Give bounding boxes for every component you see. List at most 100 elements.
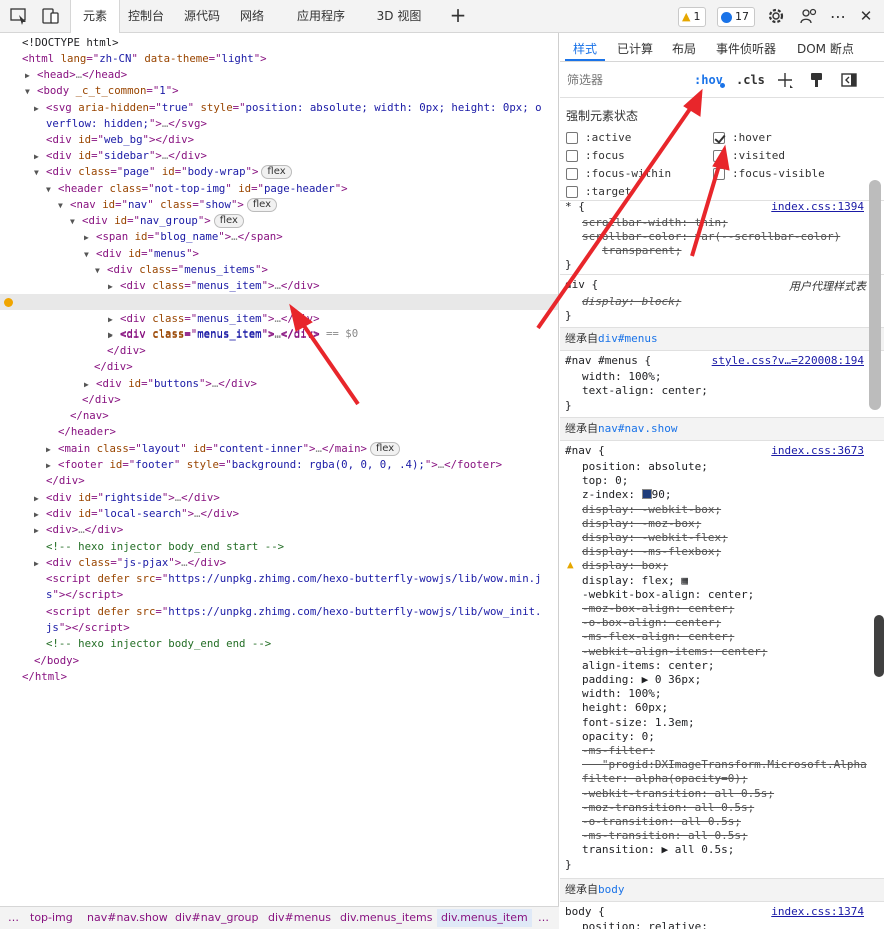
breadcrumb-item[interactable]: div.menus_items (340, 911, 432, 924)
dom-node[interactable]: ▼ <div id="nav_group"> flex (70, 213, 244, 229)
dom-node[interactable]: <script defer src="https://unpkg.zhimg.c… (46, 604, 542, 620)
checkbox-checked[interactable] (713, 131, 725, 144)
css-declaration[interactable]: transition: ▶ all 0.5s; (582, 843, 734, 857)
tab-dom-breakpoints[interactable]: DOM 断点 (797, 40, 854, 57)
dom-node[interactable]: ▼ <body _c_t_common="1"> (25, 83, 179, 99)
css-declaration[interactable]: transparent; (602, 244, 681, 258)
dom-node[interactable]: ▶ <svg aria-hidden="true" style="position… (34, 100, 542, 116)
toggle-sidebar-icon[interactable] (840, 71, 858, 89)
dom-node[interactable]: </div> (82, 392, 121, 408)
css-declaration[interactable]: -moz-box-align: center; (582, 602, 734, 616)
more-options-button[interactable]: ⋯ (826, 0, 850, 33)
rule-selector[interactable]: #nav #menus { (565, 354, 651, 368)
rule-selector[interactable]: div { (565, 278, 598, 292)
dom-node[interactable]: </nav> (70, 408, 109, 424)
tab-computed[interactable]: 已计算 (617, 40, 653, 57)
css-declaration[interactable]: font-size: 1.3em; (582, 716, 695, 730)
gear-icon[interactable] (766, 6, 786, 26)
css-declaration[interactable]: position: relative; (582, 920, 708, 929)
device-emulation-icon[interactable] (41, 6, 61, 26)
checkbox[interactable] (713, 167, 725, 180)
rule-selector[interactable]: #nav { (565, 444, 605, 458)
inherited-target-link[interactable]: nav#nav.show (598, 422, 677, 435)
pseudo-focus-within-toggle[interactable]: :focus-within (566, 167, 671, 180)
add-tab-button[interactable]: + (445, 0, 471, 33)
rule-selector[interactable]: * { (565, 200, 585, 214)
css-declaration[interactable]: height: 60px; (582, 701, 668, 715)
dom-node[interactable]: ▶ <div class="menus_item">…</div> (108, 278, 320, 294)
dom-node[interactable]: ▶ <div id="rightside">…</div> (34, 490, 220, 506)
dom-node[interactable]: ▶ <span id="blog_name">…</span> (84, 229, 283, 245)
warning-icon[interactable]: ▲ (567, 558, 574, 572)
rule-source-link[interactable]: index.css:1394 (771, 200, 864, 213)
dom-node[interactable]: ▼ <div class="page" id="body-wrap"> flex (34, 164, 292, 180)
new-style-rule-icon[interactable] (776, 71, 794, 89)
selected-dom-node[interactable]: ▶ <div class="menus_item">…</div> == $0 (0, 294, 558, 340)
dom-node[interactable]: </div> (46, 473, 85, 489)
breadcrumb-item[interactable]: top-img (30, 911, 73, 924)
dom-node[interactable]: ▶ <div class="menus_item">…</div> (108, 311, 320, 327)
breadcrumb-more-right[interactable]: … (538, 911, 549, 924)
dom-node[interactable]: </body> (34, 653, 79, 669)
messages-badge[interactable]: 17 (717, 7, 755, 27)
breadcrumb-item[interactable]: div#menus (268, 911, 331, 924)
css-declaration[interactable]: display: -webkit-box; (582, 503, 721, 517)
rule-selector[interactable]: body { (565, 905, 605, 919)
close-devtools-button[interactable]: ✕ (854, 0, 878, 33)
css-declaration[interactable]: display: -webkit-flex; (582, 531, 728, 545)
dom-node[interactable]: ▶ <div id="local-search">…</div> (34, 506, 239, 522)
dom-node[interactable]: ▶ <div id="sidebar">…</div> (34, 148, 207, 164)
tab-3d-view[interactable]: 3D 视图 (370, 0, 428, 33)
inherited-target-link[interactable]: body (598, 883, 625, 896)
checkbox[interactable] (566, 167, 578, 180)
warnings-badge[interactable]: ▲ 1 (678, 7, 707, 27)
pseudo-hover-toggle[interactable]: :hover (713, 131, 772, 144)
css-declaration[interactable]: -ms-transition: all 0.5s; (582, 829, 748, 843)
css-declaration[interactable]: filter: alpha(opacity=0); (582, 772, 748, 786)
css-declaration[interactable]: display: box; (582, 559, 668, 573)
tab-sources[interactable]: 源代码 (176, 0, 228, 33)
pseudo-focus-toggle[interactable]: :focus (566, 149, 625, 162)
css-declaration[interactable]: -webkit-transition: all 0.5s; (582, 787, 774, 801)
css-declaration[interactable]: display: flex; ▦ (582, 574, 688, 588)
breadcrumb-more[interactable]: … (8, 911, 19, 924)
css-declaration[interactable]: -ms-filter: (582, 744, 655, 758)
css-declaration[interactable]: -webkit-box-align: center; (582, 588, 754, 602)
dom-node[interactable]: ▶ <main class="layout" id="content-inner"… (46, 441, 401, 457)
css-declaration[interactable]: position: absolute; (582, 460, 708, 474)
dom-node[interactable]: </div> (94, 359, 133, 375)
breadcrumb-item[interactable]: div#nav_group (175, 911, 258, 924)
checkbox[interactable] (566, 131, 578, 144)
breadcrumb-item-current[interactable]: div.menus_item (437, 909, 532, 927)
checkbox[interactable] (566, 149, 578, 162)
dom-node[interactable]: ▶ <div id="buttons">…</div> (84, 376, 257, 392)
tab-elements[interactable]: 元素 (70, 0, 120, 34)
dom-node[interactable]: js"></script> (46, 620, 130, 636)
rule-source-link[interactable]: index.css:3673 (771, 444, 864, 457)
dom-node[interactable]: ▶ <head>…</head> (25, 67, 127, 83)
css-declaration[interactable]: -moz-transition: all 0.5s; (582, 801, 754, 815)
styles-scrollbar[interactable] (869, 180, 881, 410)
dom-node[interactable]: ▼ <nav id="nav" class="show"> flex (58, 197, 278, 213)
css-declaration[interactable]: -o-box-align: center; (582, 616, 721, 630)
dom-node[interactable]: verflow: hidden;">…</svg> (46, 116, 207, 132)
cls-toggle-button[interactable]: .cls (736, 73, 765, 87)
rule-source-link[interactable]: style.css?v…=220008:194 (712, 354, 864, 367)
css-declaration[interactable]: width: 100%; (582, 370, 661, 384)
tab-console[interactable]: 控制台 (122, 0, 170, 33)
dom-node[interactable]: ▼ <div class="menus_items"> (95, 262, 268, 278)
rule-source-link[interactable]: index.css:1374 (771, 905, 864, 918)
dom-node[interactable]: </html> (22, 669, 67, 685)
dom-node[interactable]: ▼ <div id="menus"> (84, 246, 199, 262)
dom-node[interactable]: ▶ <div class="js-pjax">…</div> (34, 555, 226, 571)
css-declaration[interactable]: width: 100%; (582, 687, 661, 701)
hov-toggle-button[interactable]: :hov (694, 73, 723, 87)
css-declaration[interactable]: display: block; (582, 295, 681, 309)
css-declaration[interactable]: -o-transition: all 0.5s; (582, 815, 741, 829)
tab-styles[interactable]: 样式 (573, 40, 597, 57)
css-declaration[interactable]: top: 0; (582, 474, 628, 488)
css-declaration[interactable]: text-align: center; (582, 384, 708, 398)
element-state-paint-icon[interactable] (808, 71, 826, 89)
tab-network[interactable]: 网络 (232, 0, 272, 33)
elements-tree[interactable]: <!DOCTYPE html> <html lang="zh-CN" data-… (0, 33, 559, 906)
